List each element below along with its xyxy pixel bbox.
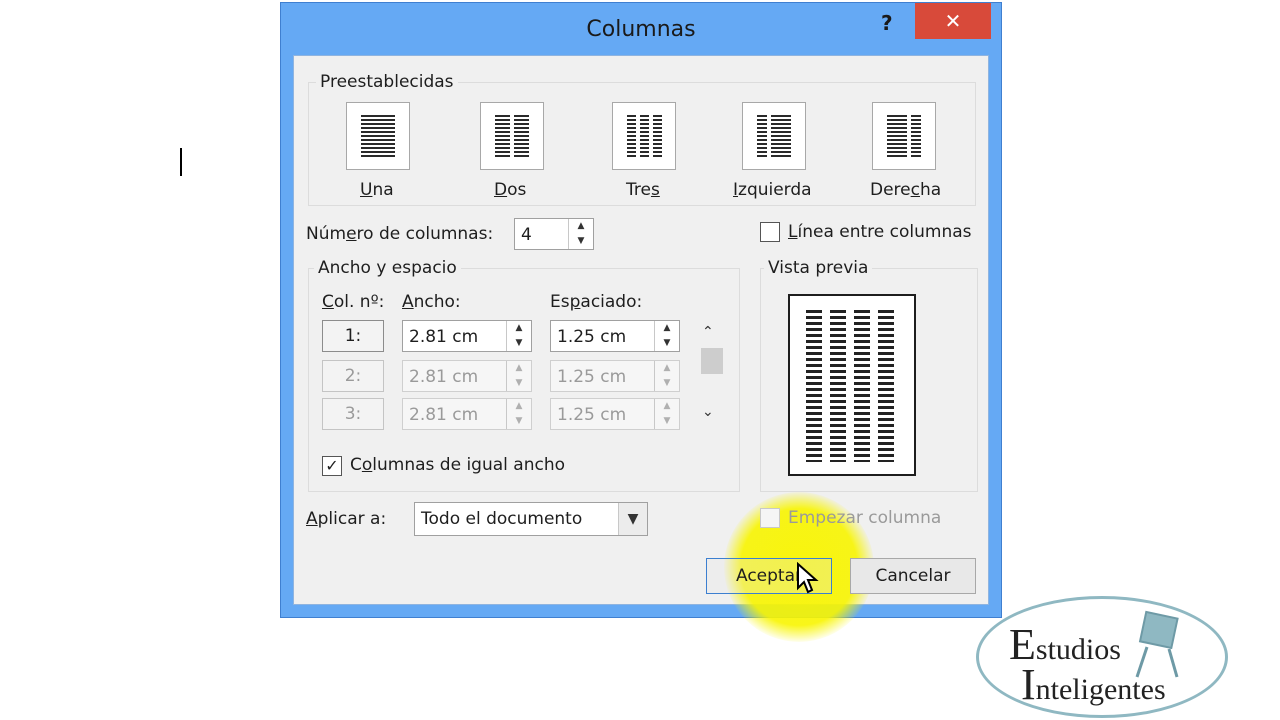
width-spacing-legend: Ancho y espacio — [314, 258, 461, 278]
num-columns-spinner[interactable]: 4 ▲ ▼ — [514, 218, 594, 250]
scrollbar-thumb[interactable] — [701, 348, 723, 374]
checkmark-icon: ✓ — [325, 456, 339, 475]
close-button[interactable]: ✕ — [915, 3, 991, 39]
spin-up-icon[interactable]: ▲ — [507, 321, 531, 336]
scroll-down-icon[interactable]: ⌄ — [702, 404, 714, 420]
preset-left-label: Izquierda — [733, 180, 812, 200]
spin-up-icon: ▲ — [663, 363, 671, 373]
chevron-down-icon[interactable]: ▼ — [618, 503, 647, 535]
spin-down-icon[interactable]: ▼ — [655, 336, 679, 351]
spin-up-icon[interactable]: ▲ — [569, 219, 593, 234]
spin-down-icon: ▼ — [663, 416, 671, 426]
preset-one-label: Una — [360, 180, 394, 200]
presets-legend: Preestablecidas — [316, 72, 458, 92]
width-header: Ancho: — [402, 292, 461, 312]
preset-two-icon — [480, 102, 544, 170]
help-button[interactable]: ? — [881, 11, 893, 35]
preset-three-label: Tres — [626, 180, 660, 200]
col-number-2: 2: — [322, 360, 384, 392]
dialog-title: Columnas — [586, 17, 696, 42]
dialog-client-area: Preestablecidas Una Dos Tres Izquierda D… — [293, 55, 989, 642]
preset-one-icon — [346, 102, 410, 170]
spin-up-icon[interactable]: ▲ — [655, 321, 679, 336]
spin-up-icon: ▲ — [515, 363, 523, 373]
line-between-label: Línea entre columnas — [788, 222, 972, 242]
mouse-pointer-icon — [797, 562, 819, 594]
preset-two-label: Dos — [494, 180, 527, 200]
spin-down-icon[interactable]: ▼ — [569, 234, 593, 249]
apply-to-label: Aplicar a: — [306, 509, 387, 529]
preview-column — [830, 310, 846, 462]
start-column-checkbox — [760, 508, 780, 528]
preview-legend: Vista previa — [764, 258, 873, 278]
cancel-button[interactable]: Cancelar — [850, 558, 976, 594]
preview-column — [878, 310, 894, 462]
preview-column — [854, 310, 870, 462]
col-width-value-2: 2.81 cm — [409, 367, 479, 387]
close-icon: ✕ — [944, 9, 962, 33]
col-width-spinner-2: 2.81 cm ▲ ▼ — [402, 360, 532, 392]
scroll-up-icon[interactable]: ⌃ — [702, 324, 714, 340]
columns-scrollbar[interactable]: ⌃ ⌄ — [698, 320, 724, 432]
preview-page — [788, 294, 916, 476]
line-between-checkbox[interactable] — [760, 222, 780, 242]
spin-up-icon: ▲ — [515, 401, 523, 411]
col-width-spinner-3: 2.81 cm ▲ ▼ — [402, 398, 532, 430]
document-text-caret — [180, 148, 182, 176]
equal-width-label: Columnas de igual ancho — [350, 455, 565, 475]
spin-down-icon: ▼ — [515, 378, 523, 388]
spin-down-icon: ▼ — [663, 378, 671, 388]
preset-left-icon — [742, 102, 806, 170]
equal-width-checkbox[interactable]: ✓ — [322, 456, 342, 476]
start-column-label: Empezar columna — [788, 508, 942, 528]
apply-to-value: Todo el documento — [421, 509, 583, 529]
apply-to-select[interactable]: Todo el documento ▼ — [414, 502, 648, 536]
col-number-1: 1: — [322, 320, 384, 352]
spin-down-icon[interactable]: ▼ — [507, 336, 531, 351]
col-spacing-value-1[interactable]: 1.25 cm — [557, 327, 626, 347]
columns-dialog: Columnas ? ✕ Preestablecidas Una Dos Tre… — [280, 2, 1002, 642]
easel-icon — [1135, 610, 1179, 678]
preset-three-icon — [612, 102, 676, 170]
preset-right-label: Derecha — [870, 180, 942, 200]
num-columns-label: Número de columnas: — [306, 224, 494, 244]
col-spacing-spinner-3: 1.25 cm ▲ ▼ — [550, 398, 680, 430]
col-spacing-spinner-1[interactable]: 1.25 cm ▲ ▼ — [550, 320, 680, 352]
col-width-spinner-1[interactable]: 2.81 cm ▲ ▼ — [402, 320, 532, 352]
estudios-inteligentes-logo: Estudios Inteligentes — [976, 596, 1228, 718]
col-spacing-value-2: 1.25 cm — [557, 367, 627, 387]
col-width-value-3: 2.81 cm — [409, 405, 479, 425]
spacing-header: Espaciado: — [550, 292, 643, 312]
col-width-value-1[interactable]: 2.81 cm — [409, 327, 478, 347]
preview-column — [806, 310, 822, 462]
col-spacing-spinner-2: 1.25 cm ▲ ▼ — [550, 360, 680, 392]
col-spacing-value-3: 1.25 cm — [557, 405, 627, 425]
col-number-header: Col. nº: — [322, 292, 385, 312]
spin-up-icon: ▲ — [663, 401, 671, 411]
col-number-3: 3: — [322, 398, 384, 430]
spin-down-icon: ▼ — [515, 416, 523, 426]
num-columns-value[interactable]: 4 — [521, 225, 532, 245]
preset-right-icon — [872, 102, 936, 170]
